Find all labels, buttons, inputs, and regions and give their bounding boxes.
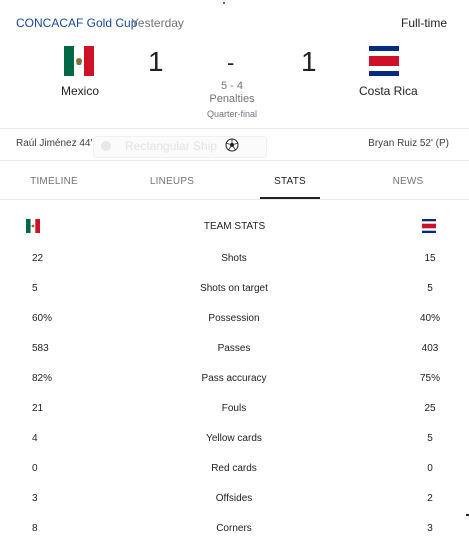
stat-away-value: 3 — [427, 523, 433, 534]
tabs-divider — [0, 199, 469, 200]
score-dash: - — [227, 50, 235, 75]
stat-label: Corners — [216, 523, 252, 534]
stat-away-value: 75% — [419, 373, 440, 384]
stat-home-value: 22 — [32, 253, 44, 264]
stat-label: Possession — [208, 313, 260, 324]
away-goalscorer: Bryan Ruiz 52' (P) — [368, 138, 449, 149]
match-date: Yesterday — [131, 16, 184, 30]
stat-away-value: 0 — [427, 463, 433, 474]
stat-away-value: 15 — [424, 253, 436, 264]
costa-rica-flag-icon[interactable] — [369, 46, 399, 81]
match-status: Full-time — [400, 16, 447, 30]
stat-home-value: 60% — [32, 313, 53, 324]
stat-home-value: 3 — [32, 493, 38, 504]
home-score: 1 — [148, 46, 164, 77]
away-team-name[interactable]: Costa Rica — [359, 84, 418, 98]
divider — [0, 160, 469, 161]
penalties-score: 5 - 4 — [220, 80, 243, 92]
stat-home-value: 8 — [32, 523, 38, 534]
stat-away-value: 5 — [427, 433, 433, 444]
active-tab-indicator — [260, 197, 320, 199]
costa-rica-flag-icon — [422, 219, 436, 238]
stat-home-value: 82% — [32, 373, 53, 384]
stat-away-value: 2 — [427, 493, 433, 504]
stat-away-value: 40% — [419, 313, 440, 324]
stat-label: Red cards — [211, 463, 257, 474]
match-round: Quarter-final — [206, 109, 258, 119]
stat-home-value: 583 — [32, 343, 49, 354]
home-goalscorer: Raúl Jiménez 44' — [16, 138, 93, 149]
stat-away-value: 25 — [424, 403, 436, 414]
header-separator: · — [120, 16, 124, 30]
divider — [0, 128, 469, 129]
stat-label: Shots — [221, 253, 247, 264]
stat-label: Pass accuracy — [201, 373, 267, 384]
home-team-name[interactable]: Mexico — [61, 84, 99, 98]
stat-home-value: 0 — [32, 463, 38, 474]
stat-away-value: 403 — [421, 343, 439, 354]
stat-home-value: 4 — [32, 433, 38, 444]
stat-label: Shots on target — [200, 283, 268, 294]
stat-label: Fouls — [221, 403, 247, 414]
stat-home-value: 21 — [32, 403, 44, 414]
away-score: 1 — [301, 46, 317, 77]
mexico-flag-icon[interactable] — [64, 46, 94, 81]
stat-label: Offsides — [215, 493, 253, 504]
stat-away-value: 5 — [427, 283, 433, 294]
stat-label: Passes — [217, 343, 251, 354]
penalties-label: Penalties — [209, 93, 255, 105]
stat-label: Yellow cards — [206, 433, 262, 444]
team-stats-heading: TEAM STATS — [203, 221, 266, 232]
soccer-ball-icon — [225, 138, 239, 157]
ad-text: Rectangular Ship — [125, 139, 218, 153]
stat-home-value: 5 — [32, 283, 38, 294]
decorative-dot — [223, 2, 225, 4]
ad-logo-icon — [101, 141, 111, 151]
